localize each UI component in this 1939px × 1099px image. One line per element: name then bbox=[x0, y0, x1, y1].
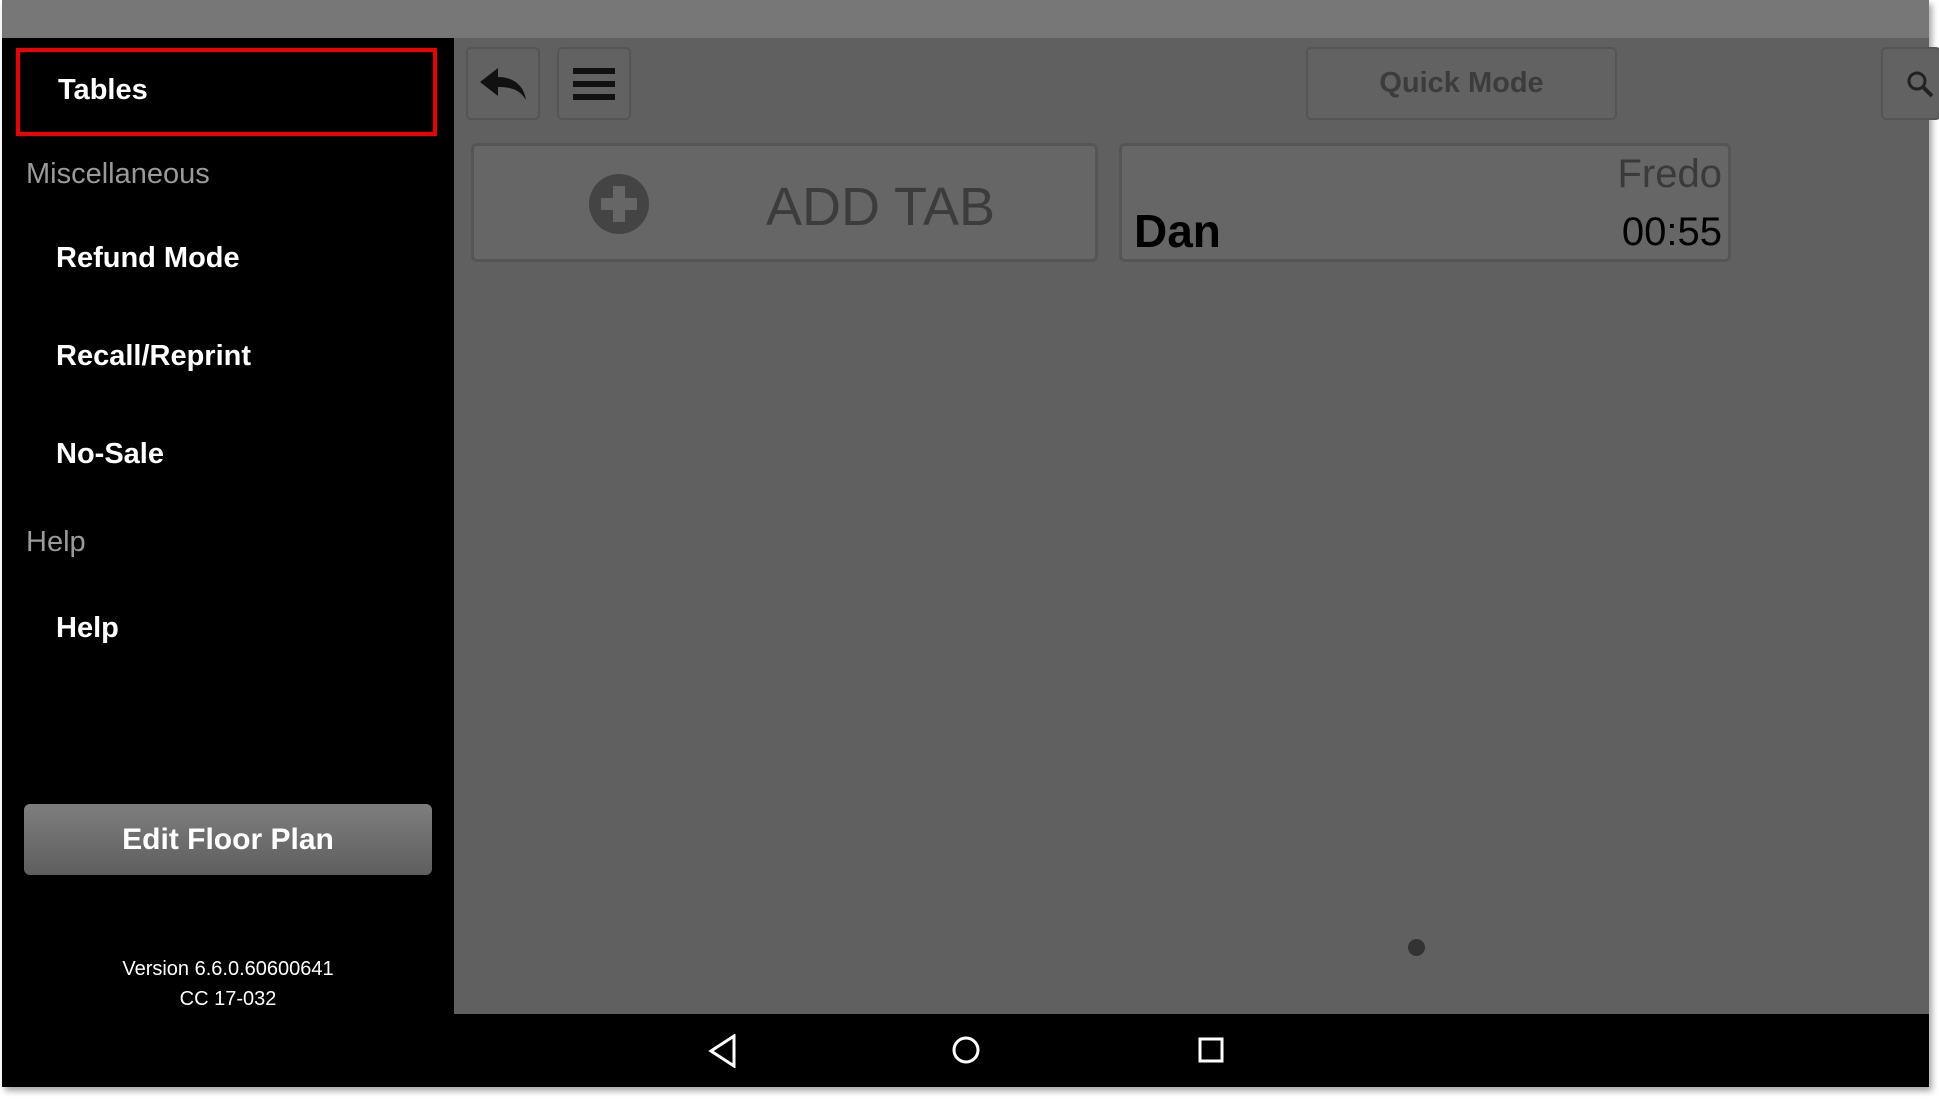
sidebar-item-label: Tables bbox=[58, 74, 148, 106]
sidebar-item-refund-mode[interactable]: Refund Mode bbox=[56, 242, 240, 275]
nav-back-icon[interactable] bbox=[708, 1034, 738, 1068]
tab-server: Fredo bbox=[1617, 152, 1723, 196]
tab-card[interactable]: Fredo Dan 00:55 bbox=[1119, 143, 1731, 262]
page-indicator-dot[interactable] bbox=[1408, 939, 1425, 956]
back-button[interactable] bbox=[466, 47, 540, 120]
section-header-miscellaneous: Miscellaneous bbox=[26, 158, 210, 190]
add-tab-label: ADD TAB bbox=[766, 177, 996, 237]
search-icon bbox=[1907, 71, 1934, 97]
sidebar: Tables Miscellaneous Refund Mode Recall/… bbox=[2, 38, 454, 1014]
main-area: Quick Mode ADD TAB Fredo Dan 00:55 bbox=[454, 38, 1939, 1014]
status-bar bbox=[2, 0, 1929, 38]
cc-text: CC 17-032 bbox=[179, 988, 277, 1010]
section-header-help: Help bbox=[26, 526, 86, 558]
sidebar-item-help[interactable]: Help bbox=[56, 612, 119, 645]
nav-recents-icon[interactable] bbox=[1196, 1035, 1226, 1065]
back-arrow-icon bbox=[480, 67, 526, 100]
nav-home-icon[interactable] bbox=[950, 1034, 982, 1066]
version-text: Version 6.6.0.60600641 bbox=[122, 958, 334, 980]
tab-name: Dan bbox=[1134, 205, 1221, 257]
add-tab-button[interactable]: ADD TAB bbox=[471, 143, 1098, 262]
sidebar-item-recall-reprint[interactable]: Recall/Reprint bbox=[56, 340, 251, 373]
plus-circle-icon bbox=[589, 174, 649, 234]
sidebar-item-no-sale[interactable]: No-Sale bbox=[56, 438, 164, 471]
sidebar-item-tables[interactable]: Tables bbox=[16, 48, 437, 136]
android-nav-bar bbox=[2, 1014, 1929, 1087]
menu-button[interactable] bbox=[557, 47, 631, 120]
quick-mode-button[interactable]: Quick Mode bbox=[1306, 47, 1617, 120]
search-button[interactable] bbox=[1881, 47, 1939, 120]
edit-floor-plan-button[interactable]: Edit Floor Plan bbox=[24, 804, 432, 875]
tab-time: 00:55 bbox=[1621, 210, 1722, 254]
hamburger-menu-icon bbox=[573, 67, 615, 100]
